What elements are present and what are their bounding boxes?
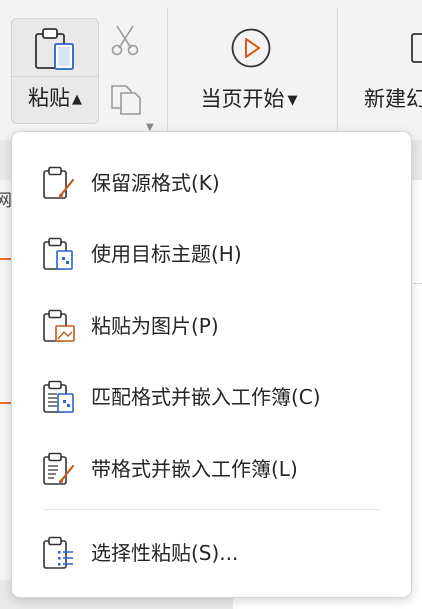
paste-split-button[interactable]: 粘贴 ▲ [11, 18, 99, 124]
menu-item-label: 匹配格式并嵌入工作簿(C) [91, 385, 321, 409]
thumbnail-accent [0, 402, 11, 404]
clipboard-embed-theme-icon [42, 380, 78, 418]
paste-split-divider [12, 76, 98, 77]
ribbon-divider [167, 8, 168, 132]
ribbon: 粘贴 ▲ ▼ 当页开始 ▼ 新建幻 [0, 0, 422, 140]
scissors-icon[interactable] [109, 24, 141, 60]
paste-label: 粘贴 [28, 86, 70, 110]
menu-item-label: 使用目标主题(H) [91, 242, 242, 266]
clipboard-theme-icon [42, 237, 78, 275]
menu-item-keep-source-formatting[interactable]: 保留源格式(K) [12, 158, 411, 208]
menu-item-paste-as-picture[interactable]: 粘贴为图片(P) [12, 301, 411, 351]
copy-icon[interactable] [109, 82, 143, 120]
clipboard-picture-icon [42, 309, 78, 347]
menu-item-label: 保留源格式(K) [91, 171, 220, 195]
menu-item-label: 选择性粘贴(S)... [91, 541, 239, 565]
clipboard-list-icon [42, 536, 78, 574]
menu-item-match-format-embed-workbook[interactable]: 匹配格式并嵌入工作簿(C) [12, 372, 411, 422]
thumbnail-accent [0, 258, 11, 260]
clipboard-brush-icon [42, 166, 78, 204]
new-slide-button[interactable]: 新建幻 [364, 84, 422, 114]
play-icon[interactable] [230, 27, 272, 73]
new-slide-label: 新建幻 [364, 87, 422, 111]
menu-item-use-destination-theme[interactable]: 使用目标主题(H) [12, 229, 411, 279]
new-slide-icon[interactable] [410, 28, 422, 72]
clipboard-embed-brush-icon [42, 452, 78, 490]
paste-options-menu: 保留源格式(K) 使用目标主题(H) 粘贴为图片(P) 匹配格式并嵌入工作簿(C… [11, 131, 412, 598]
from-current-slide-label: 当页开始 [200, 87, 285, 111]
paste-dropdown[interactable]: 粘贴 ▲ [12, 83, 98, 115]
clipboard-icon[interactable] [34, 27, 76, 75]
from-current-slide-button[interactable]: 当页开始 ▼ [188, 84, 310, 116]
ribbon-divider [337, 8, 338, 132]
menu-item-label: 粘贴为图片(P) [91, 314, 219, 338]
menu-item-keep-format-embed-workbook[interactable]: 带格式并嵌入工作簿(L) [12, 444, 411, 494]
chevron-down-icon: ▼ [287, 93, 298, 108]
menu-item-label: 带格式并嵌入工作簿(L) [91, 457, 298, 481]
menu-item-paste-special[interactable]: 选择性粘贴(S)... [12, 528, 411, 578]
chevron-up-icon: ▲ [72, 92, 82, 107]
menu-separator [43, 509, 380, 510]
thumbnail-pane [0, 180, 11, 580]
